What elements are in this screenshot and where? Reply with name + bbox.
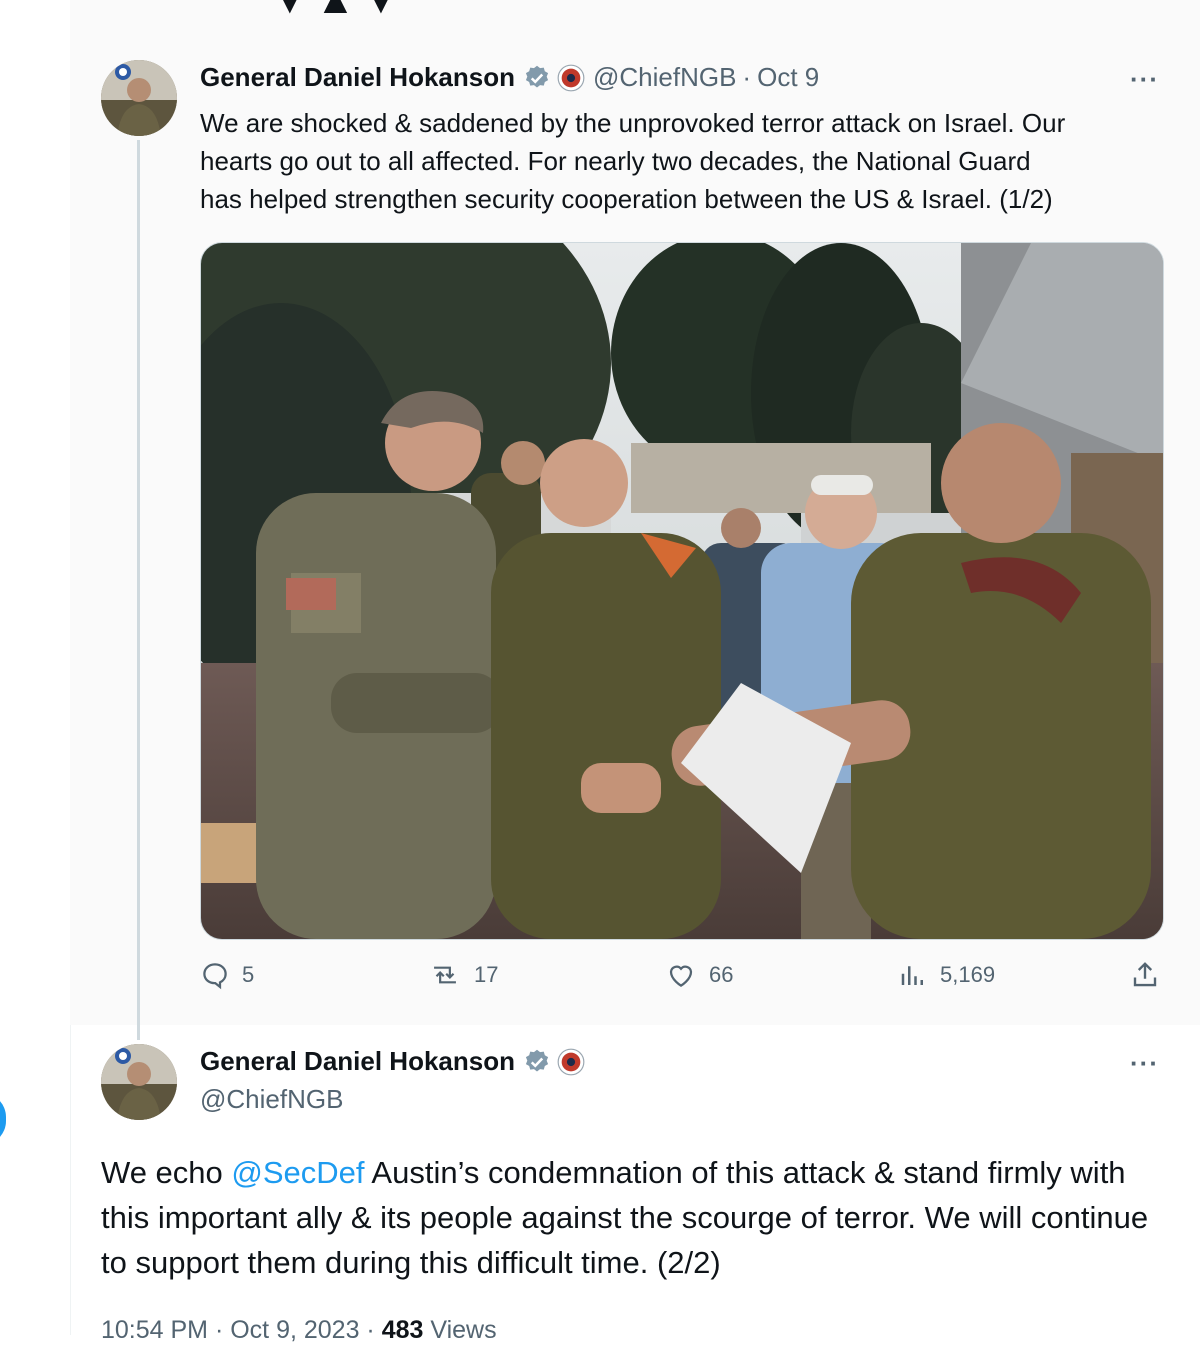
separator-dot: ·	[208, 1316, 231, 1344]
view-count: 5,169	[940, 962, 996, 987]
tweet-2-metadata: 10:54 PM · Oct 9, 2023 · 483 Views	[101, 1316, 497, 1345]
tweet-text-part: We echo	[101, 1155, 232, 1190]
reply-count: 5	[242, 962, 255, 987]
tweet-1-header: General Daniel Hokanson @ChiefNGB · Oct …	[200, 62, 819, 93]
verified-badge-icon[interactable]	[523, 64, 551, 92]
more-options-icon[interactable]: ···	[1130, 64, 1159, 95]
separator-dot: ·	[742, 62, 752, 92]
repost-icon	[434, 966, 456, 984]
separator-dot: ·	[359, 1316, 382, 1344]
tweet-date[interactable]: Oct 9	[757, 62, 819, 93]
view-count: 483	[381, 1316, 424, 1344]
author-handle[interactable]: @ChiefNGB	[200, 1084, 343, 1115]
author-name[interactable]: General Daniel Hokanson	[200, 62, 515, 93]
avatar-photo-icon	[101, 1044, 177, 1120]
compose-button-edge[interactable]	[0, 1093, 6, 1145]
author-avatar[interactable]	[101, 1044, 177, 1120]
tweet-text-line: hearts go out to all affected. For nearl…	[200, 146, 1031, 176]
repost-count: 17	[474, 962, 499, 987]
verified-badge-icon[interactable]	[523, 1048, 551, 1076]
thread-connector-line	[137, 140, 140, 1040]
author-avatar[interactable]	[101, 60, 177, 136]
tweet-date[interactable]: Oct 9, 2023	[230, 1316, 359, 1344]
mention-link[interactable]: @SecDef	[231, 1155, 364, 1190]
views-chart-icon	[901, 966, 923, 985]
tweet-2-text: We echo @SecDef Austin’s condemnation of…	[101, 1150, 1181, 1285]
tweet-2-header: General Daniel Hokanson	[200, 1046, 585, 1077]
heart-icon	[669, 965, 693, 987]
photo-officers-meeting-icon	[201, 243, 1163, 939]
affiliation-badge-icon[interactable]	[557, 1048, 585, 1076]
views-button[interactable]: 5,169	[898, 960, 995, 990]
repost-button[interactable]: 17	[428, 960, 498, 990]
author-handle[interactable]: @ChiefNGB	[593, 62, 736, 93]
like-count: 66	[709, 962, 734, 987]
left-sidebar	[0, 0, 71, 1335]
reply-icon	[203, 963, 227, 990]
affiliation-badge-icon[interactable]	[557, 64, 585, 92]
views-label: Views	[423, 1316, 497, 1344]
like-button[interactable]: 66	[665, 960, 733, 990]
tweet-1-photo[interactable]	[200, 242, 1164, 940]
tweet-text-line: has helped strengthen security cooperati…	[200, 184, 1053, 214]
share-button[interactable]	[1130, 960, 1172, 990]
tweet-text-line: We are shocked & saddened by the unprovo…	[200, 108, 1066, 138]
avatar-photo-icon	[101, 60, 177, 136]
cropped-text: ▼▲▼	[270, 0, 407, 22]
author-name[interactable]: General Daniel Hokanson	[200, 1046, 515, 1077]
reply-button[interactable]: 5	[200, 960, 254, 990]
tweet-1-action-bar: 5 17 66 5,169	[200, 960, 1162, 1006]
tweet-time[interactable]: 10:54 PM	[101, 1316, 208, 1344]
more-options-icon[interactable]: ···	[1130, 1048, 1159, 1079]
share-icon	[1133, 962, 1157, 987]
tweet-1-text: We are shocked & saddened by the unprovo…	[200, 104, 1170, 218]
previous-tweet-edge: ▼▲▼	[70, 0, 1200, 41]
